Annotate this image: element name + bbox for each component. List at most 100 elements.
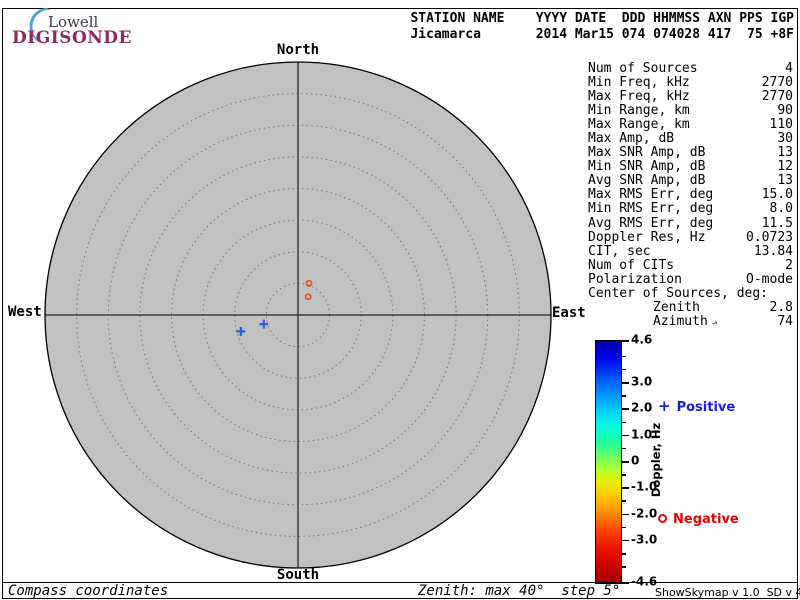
stat-label: Zenith xyxy=(653,299,700,315)
legend-negative: Negative xyxy=(658,512,739,527)
stat-value: 0.0723 xyxy=(746,229,793,245)
stat-value: 13 xyxy=(777,173,793,189)
colorbar-minor-tick xyxy=(622,355,626,358)
stat-value: 2770 xyxy=(761,75,793,91)
stat-value: 90 xyxy=(777,103,793,119)
stat-row: Max SNR Amp, dB 13 xyxy=(588,146,793,160)
legend-positive: + Positive xyxy=(658,397,735,415)
stat-value: 13.84 xyxy=(753,243,793,259)
colorbar-minor-tick xyxy=(622,566,626,568)
colorbar-minor-tick xyxy=(622,447,626,450)
stat-value: 13 xyxy=(777,145,793,161)
stat-row: Zenith 2.8 xyxy=(588,299,793,315)
stat-label: Max Freq, kHz xyxy=(588,89,690,105)
stat-value: 15.0 xyxy=(761,187,793,203)
stat-row: Polarization O-mode xyxy=(588,271,793,287)
azimuth-direction-arrow-icon: ↗ xyxy=(709,317,720,329)
circle-marker-icon xyxy=(658,514,667,523)
stat-value: 11.5 xyxy=(761,215,793,231)
colorbar-major-tick xyxy=(622,408,629,410)
stat-value: 2.8 xyxy=(769,299,793,315)
colorbar-title: Doppler, Hz xyxy=(649,422,663,498)
header-columns-row: STATION NAME YYYY DATE DDD HHMMSS AXN PP… xyxy=(410,11,794,26)
legend-negative-label: Negative xyxy=(673,512,739,527)
stat-row: Max Amp, dB 30 xyxy=(588,132,793,146)
colorbar-minor-tick xyxy=(622,368,626,371)
stat-row: CIT, sec 13.84 xyxy=(588,243,793,259)
stat-row: Min Freq, kHz 2770 xyxy=(588,75,793,91)
stat-row: Num of Sources 4 xyxy=(588,61,793,76)
header-values-row: Jicamarca 2014 Mar15 074 074028 417 75 +… xyxy=(410,26,794,42)
legend-positive-label: Positive xyxy=(676,400,736,415)
stat-label: Azimuth ↗ xyxy=(653,313,720,329)
colorbar-tick-label: 4.6 xyxy=(631,332,653,347)
colorbar-minor-tick xyxy=(622,526,626,529)
colorbar-major-tick xyxy=(622,382,629,384)
colorbar-minor-tick xyxy=(622,421,626,424)
stat-label: Num of Sources xyxy=(588,61,698,76)
stat-label: Doppler Res, Hz xyxy=(588,229,706,245)
colorbar-major-tick xyxy=(622,487,629,489)
stat-row: Max RMS Err, deg 15.0 xyxy=(588,188,793,202)
colorbar-major-tick xyxy=(622,340,629,342)
stat-value: 2 xyxy=(785,257,793,273)
footer-coordinates-label: Compass coordinates xyxy=(8,583,169,599)
colorbar-minor-tick xyxy=(622,474,626,476)
plus-marker-icon: + xyxy=(658,397,671,415)
stats-panel: Num of Sources 4 Min Freq, kHz 2770 Max Freq… xyxy=(588,61,793,329)
stat-label: Max Amp, dB xyxy=(588,131,675,147)
colorbar-major-tick xyxy=(622,513,629,516)
stat-value: 8.0 xyxy=(769,201,793,217)
stat-row: Min SNR Amp, dB 12 xyxy=(588,160,793,174)
compass-label-north: North xyxy=(276,42,320,58)
stat-label: Min Freq, kHz xyxy=(588,75,690,91)
stat-label: Min Range, km xyxy=(588,103,690,119)
colorbar-major-tick xyxy=(622,434,629,437)
stat-label: Avg RMS Err, deg xyxy=(588,215,714,231)
colorbar-major-tick xyxy=(622,461,629,463)
stat-label: Max Range, km xyxy=(588,117,690,133)
colorbar-major-tick xyxy=(622,539,629,542)
stat-label: CIT, sec xyxy=(588,243,651,259)
compass-label-west: West xyxy=(8,304,42,320)
colorbar-tick-label: -3.0 xyxy=(631,532,658,547)
colorbar-gradient xyxy=(595,340,622,584)
logo-digisonde-text: DIGISONDE xyxy=(12,28,132,48)
compass-label-east: East xyxy=(552,305,586,321)
stat-row: Num of CITs 2 xyxy=(588,257,793,273)
colorbar-tick-label: 0 xyxy=(631,453,640,468)
stat-row: Center of Sources, deg: xyxy=(588,285,793,301)
stat-row: Doppler Res, Hz 0.0723 xyxy=(588,229,793,245)
colorbar-tick-label: 3.0 xyxy=(631,374,653,389)
stat-row: Max Range, km 110 xyxy=(588,118,793,132)
stat-row: Avg RMS Err, deg 11.5 xyxy=(588,215,793,231)
stat-label: Polarization xyxy=(588,271,682,287)
header-station-block: STATION NAME YYYY DATE DDD HHMMSS AXN PP… xyxy=(410,11,794,42)
stat-row: Min Range, km 90 xyxy=(588,104,793,118)
stat-row: Azimuth ↗ 74 xyxy=(588,313,793,329)
stat-label: Max SNR Amp, dB xyxy=(588,145,706,161)
stat-label: Min RMS Err, deg xyxy=(588,201,714,217)
showskymap-window: Lowell DIGISONDE STATION NAME YYYY DATE … xyxy=(0,0,800,600)
stat-value: 110 xyxy=(769,117,793,133)
stat-label: Min SNR Amp, dB xyxy=(588,159,706,175)
stat-value: 30 xyxy=(777,131,793,147)
stat-label: Max RMS Err, deg xyxy=(588,187,714,203)
colorbar-minor-tick xyxy=(622,395,626,397)
footer-zenith-range-label: Zenith: max 40° step 5° xyxy=(418,583,621,599)
stat-value: 12 xyxy=(777,159,793,175)
stat-label: Center of Sources, deg: xyxy=(588,285,769,301)
stat-label: Num of CITs xyxy=(588,257,675,273)
stat-row: Min RMS Err, deg 8.0 xyxy=(588,202,793,216)
footer-version-label: ShowSkymap v 1.0 SD v 4.2 xyxy=(655,586,800,599)
stat-value: 4 xyxy=(785,61,793,76)
stat-label: Avg SNR Amp, dB xyxy=(588,173,706,189)
compass-label-south: South xyxy=(276,567,320,583)
stat-value: O-mode xyxy=(746,271,793,287)
stat-row: Max Freq, kHz 2770 xyxy=(588,90,793,104)
colorbar-minor-tick xyxy=(622,553,626,555)
stat-row: Avg SNR Amp, dB 13 xyxy=(588,174,793,188)
colorbar-minor-tick xyxy=(622,500,626,502)
stat-value: 74 xyxy=(777,313,793,329)
stat-value: 2770 xyxy=(761,89,793,105)
